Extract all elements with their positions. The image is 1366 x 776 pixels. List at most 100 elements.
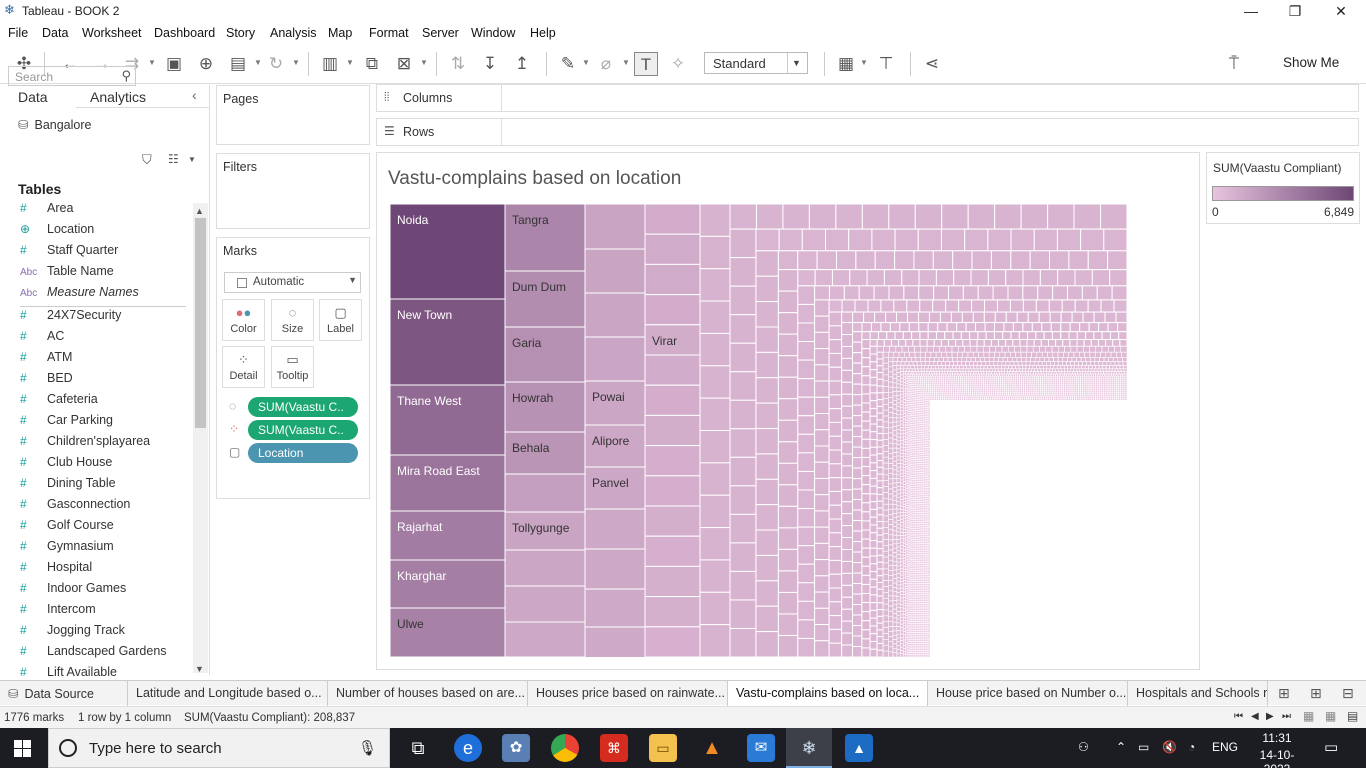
treemap-mark-1217[interactable] [899, 499, 904, 504]
treemap-mark-1582[interactable] [905, 454, 909, 458]
treemap-mark-290[interactable] [885, 311, 898, 324]
treemap-mark-298[interactable] [972, 311, 985, 324]
treemap-mark-1199[interactable] [899, 440, 904, 445]
treemap-mark-1307[interactable] [1012, 371, 1016, 375]
treemap-mark-1043[interactable] [896, 432, 901, 438]
treemap-mark-1316[interactable] [1035, 371, 1039, 375]
treemap-mark-1539[interactable] [1102, 373, 1105, 377]
treemap-mark-1021[interactable] [1109, 365, 1114, 370]
treemap-mark-720[interactable] [882, 627, 889, 634]
treemap-mark-1365[interactable] [902, 413, 907, 417]
treemap-mark-3985[interactable] [927, 433, 931, 437]
field-jogging-track[interactable]: # Jogging Track [20, 623, 188, 644]
treemap-mark-3998[interactable] [927, 462, 931, 466]
treemap-mark-1287[interactable] [960, 371, 964, 375]
treemap-mark-406[interactable] [911, 331, 921, 341]
treemap-mark-62[interactable] [835, 204, 863, 230]
treemap-mark-852[interactable] [961, 361, 966, 366]
treemap-mark-1120[interactable] [953, 368, 958, 372]
treemap-mark-342[interactable] [870, 322, 882, 333]
treemap-mark-1339[interactable] [1095, 371, 1099, 375]
treemap-mark-4174[interactable] [1116, 397, 1119, 401]
treemap-mark-1033[interactable] [896, 395, 901, 400]
treemap-mark-1475[interactable] [959, 373, 962, 377]
treemap-mark-1541[interactable] [1106, 373, 1110, 377]
treemap-mark-987[interactable] [990, 365, 995, 370]
treemap-mark-4178[interactable] [1124, 397, 1127, 401]
treemap-mark-1560[interactable] [905, 400, 909, 404]
treemap-mark-503[interactable] [869, 345, 878, 355]
treemap-mark-422[interactable] [1043, 331, 1053, 341]
treemap-mark-1276[interactable] [931, 371, 935, 375]
treemap-mark-1031[interactable] [896, 387, 901, 392]
treemap-mark-798[interactable] [888, 468, 894, 475]
treemap-mark-616[interactable] [876, 575, 884, 583]
treemap-mark-893[interactable] [892, 365, 898, 371]
treemap-mark-1579[interactable] [905, 446, 909, 450]
treemap-mark-4032[interactable] [927, 538, 931, 542]
treemap-mark-1601[interactable] [905, 500, 909, 504]
treemap-mark-4120[interactable] [1003, 397, 1006, 401]
treemap-mark-4008[interactable] [927, 484, 931, 488]
treemap-mark-1143[interactable] [1022, 368, 1026, 372]
treemap-mark-420[interactable] [1027, 331, 1037, 341]
treemap-mark-740[interactable] [956, 356, 963, 362]
treemap-mark-148[interactable] [777, 484, 799, 507]
treemap-mark-1108[interactable] [917, 368, 922, 372]
treemap-mark-102[interactable] [1080, 228, 1105, 252]
location-pill[interactable]: Location [248, 443, 358, 463]
treemap-mark-595[interactable] [876, 432, 884, 441]
treemap-mark-1088[interactable] [896, 603, 901, 609]
treemap-mark-1614[interactable] [905, 532, 909, 536]
treemap-mark-826[interactable] [888, 610, 894, 617]
treemap-mark-39[interactable] [644, 505, 701, 537]
windows-start-icon[interactable] [14, 740, 31, 757]
treemap-mark-1482[interactable] [974, 373, 978, 377]
treemap-mark-854[interactable] [969, 361, 974, 366]
treemap-mark-1169[interactable] [1099, 368, 1104, 372]
acrobat-icon[interactable]: ⌘ [600, 734, 628, 762]
treemap-mark-1568[interactable] [905, 419, 909, 423]
new-datasource-icon[interactable]: ⊕ [194, 52, 218, 76]
treemap-mark-485[interactable] [998, 339, 1007, 347]
treemap-mark-1345[interactable] [1111, 371, 1115, 375]
treemap-mark-159[interactable] [849, 269, 868, 287]
treemap-mark-825[interactable] [888, 605, 894, 612]
treemap-mark-1353[interactable] [902, 379, 907, 383]
treemap-mark-1212[interactable] [899, 482, 904, 487]
treemap-mark-423[interactable] [1051, 331, 1062, 341]
treemap-mark-907[interactable] [892, 426, 898, 432]
treemap-mark-411[interactable] [952, 331, 962, 341]
treemap-mark-1645[interactable] [905, 607, 909, 611]
treemap-mark-232[interactable] [814, 559, 830, 577]
treemap-mark-956[interactable] [892, 639, 898, 645]
treemap-mark-4053[interactable] [927, 585, 931, 589]
treemap-mark-1245[interactable] [899, 591, 904, 595]
treemap-mark-4111[interactable] [984, 397, 987, 401]
treemap-mark-84[interactable] [729, 542, 757, 572]
treemap-mark-655[interactable] [1025, 351, 1032, 358]
treemap-mark-881[interactable] [1078, 361, 1083, 366]
refresh-caret-icon[interactable]: ▼ [292, 58, 300, 67]
treemap-mark-516[interactable] [869, 446, 878, 456]
treemap-mark-4040[interactable] [927, 556, 931, 560]
treemap-mark-1629[interactable] [905, 568, 909, 572]
treemap-mark-1467[interactable] [941, 373, 945, 377]
tableau-taskbar-icon[interactable]: ❄ [795, 734, 823, 762]
treemap-mark-1264[interactable] [899, 653, 904, 657]
treemap-mark-215[interactable] [1111, 285, 1127, 301]
treemap-mark-537[interactable] [869, 609, 878, 619]
treemap-mark-1078[interactable] [896, 565, 901, 571]
treemap-mark-397[interactable] [852, 625, 863, 637]
treemap-mark-1110[interactable] [923, 368, 928, 372]
treemap-mark-948[interactable] [892, 604, 898, 610]
treemap-mark-1164[interactable] [1084, 368, 1089, 372]
treemap-mark-124[interactable] [855, 250, 876, 271]
treemap-mark-851[interactable] [957, 361, 962, 366]
treemap-mark-746[interactable] [984, 356, 990, 362]
treemap-mark-652[interactable] [1010, 351, 1016, 358]
treemap-mark-1032[interactable] [896, 391, 901, 396]
treemap-mark-295[interactable] [939, 311, 952, 324]
treemap-mark-4148[interactable] [1061, 397, 1065, 401]
treemap-mark-58[interactable] [729, 204, 757, 230]
